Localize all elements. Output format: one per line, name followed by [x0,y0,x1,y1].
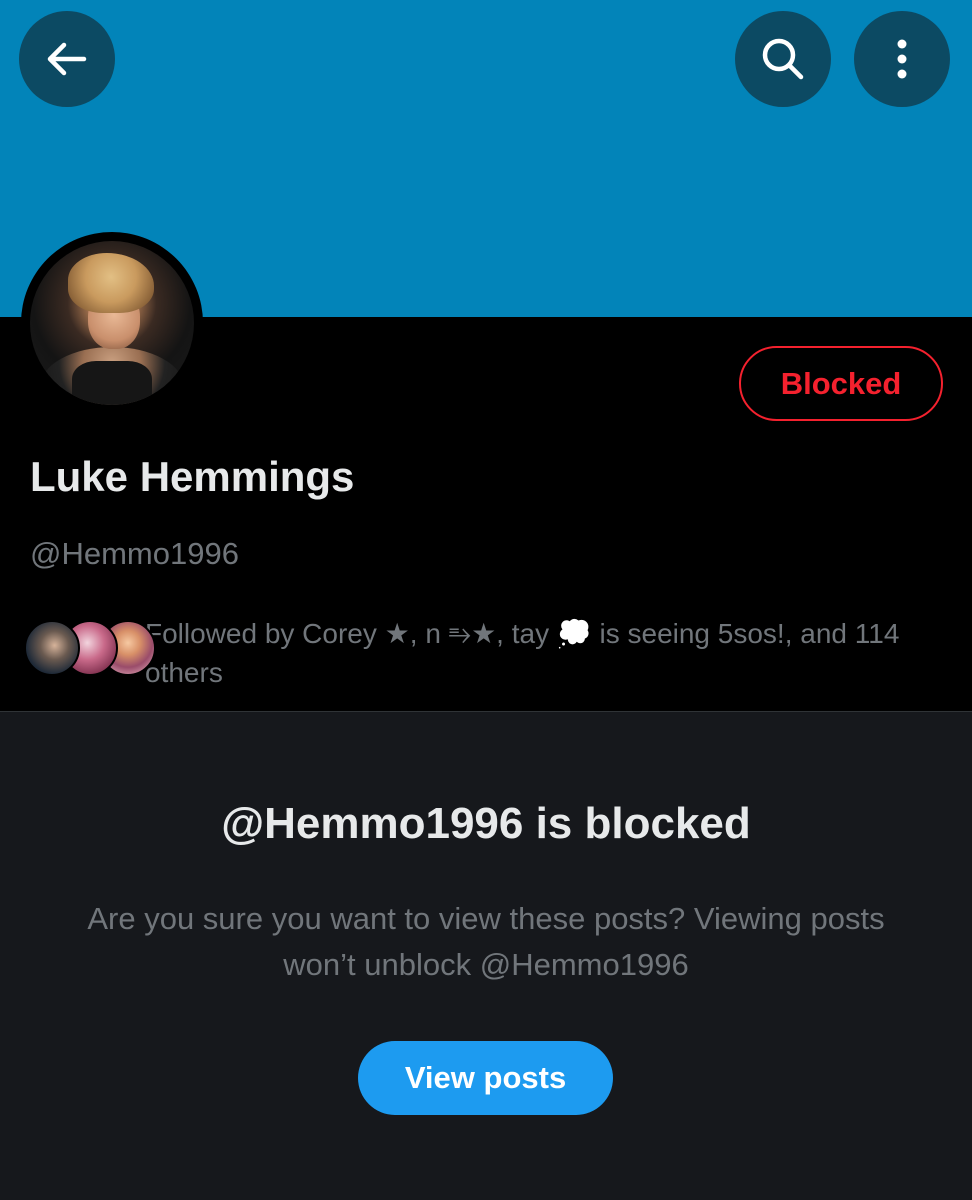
back-button[interactable] [19,11,115,107]
blocked-notice-description: Are you sure you want to view these post… [87,901,885,982]
search-icon [762,38,804,80]
follower-avatar [24,620,80,676]
avatar[interactable] [21,232,203,414]
avatar-image [30,241,194,405]
arrow-left-icon [47,42,87,76]
followed-by-text: Followed by Corey ★, n ⥱★, tay 💭 is seei… [145,618,900,688]
view-posts-button[interactable]: View posts [358,1041,613,1115]
blocked-button[interactable]: Blocked [739,346,943,421]
search-button[interactable] [735,11,831,107]
profile-page: Blocked Luke Hemmings @Hemmo1996 Followe… [0,0,972,1200]
profile-handle: @Hemmo1996 [30,536,239,571]
display-name: Luke Hemmings [30,453,355,500]
more-vertical-icon [897,39,907,79]
more-options-button[interactable] [854,11,950,107]
followed-by-row[interactable]: Followed by Corey ★, n ⥱★, tay 💭 is seei… [24,614,954,694]
blocked-notice-title: @Hemmo1996 is blocked [221,799,751,848]
